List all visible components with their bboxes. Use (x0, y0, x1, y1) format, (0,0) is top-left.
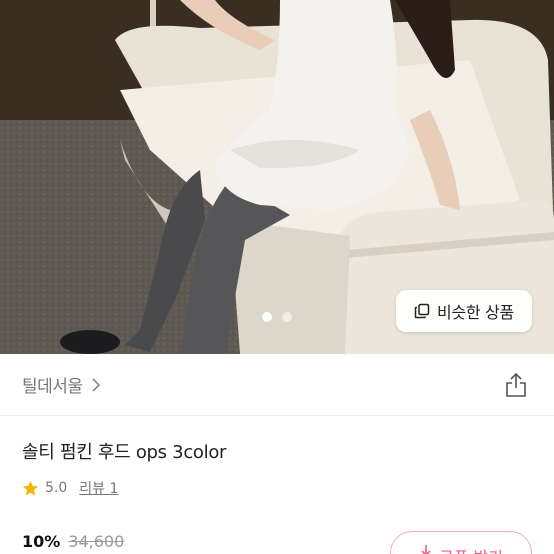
similar-products-label: 비슷한 상품 (437, 303, 514, 322)
star-icon (22, 480, 39, 496)
share-icon[interactable] (504, 372, 528, 398)
carousel-dot-active[interactable] (262, 312, 272, 322)
product-title: 솔티 펌킨 후드 ops 3color (22, 442, 227, 463)
original-price: 34,600 (68, 532, 125, 551)
rating-value: 5.0 (45, 480, 68, 496)
reviews-link[interactable]: 리뷰 1 (79, 478, 118, 498)
rating-row: 5.0 리뷰 1 (22, 478, 118, 498)
discount-rate: 10% (22, 532, 61, 551)
copy-icon (414, 303, 430, 319)
coupon-label: 쿠폰 받기 (439, 544, 503, 554)
shop-link[interactable]: 틸데서울 (22, 372, 101, 397)
download-icon (421, 545, 431, 554)
similar-products-button[interactable]: 비슷한 상품 (396, 290, 532, 332)
shop-name: 틸데서울 (22, 377, 83, 397)
chevron-right-icon (91, 377, 100, 392)
shop-row: 틸데서울 (0, 354, 554, 416)
coupon-button[interactable]: 쿠폰 받기 (390, 531, 532, 554)
price-row: 10% 34,600 (22, 532, 124, 551)
product-photo[interactable]: 비슷한 상품 (0, 0, 554, 354)
carousel-dot[interactable] (282, 312, 292, 322)
